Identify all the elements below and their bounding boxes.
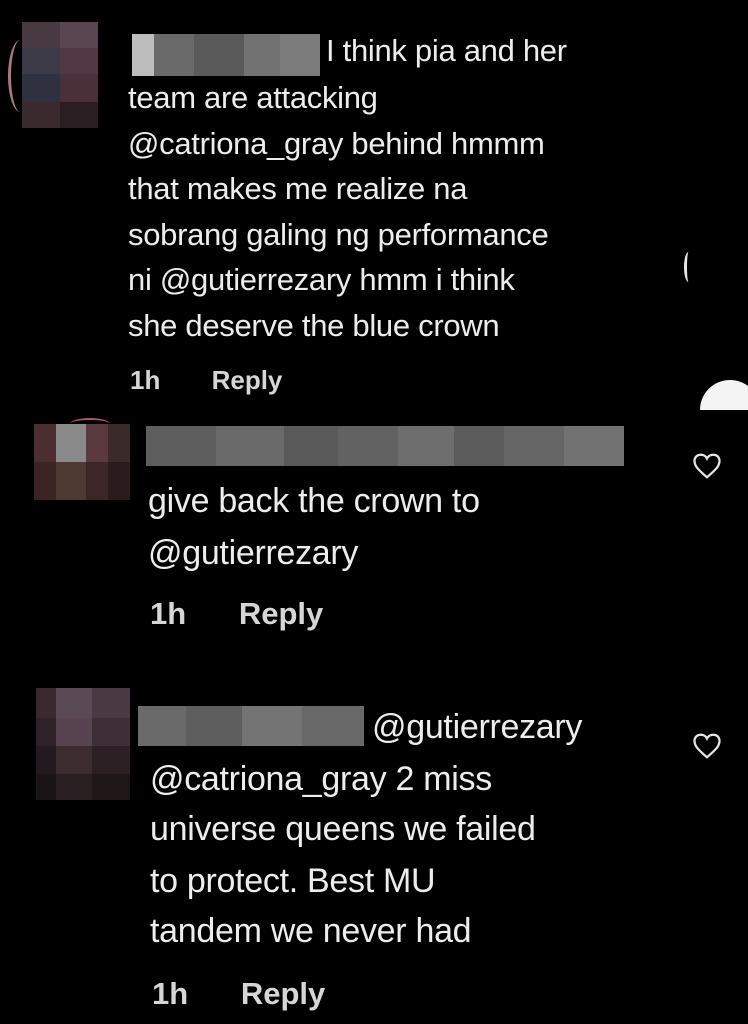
reply-button[interactable]: Reply [212,365,283,395]
comment-text-line: ni @gutierrezary hmm i think [128,262,515,297]
comment-text-line: she deserve the blue crown [128,308,500,343]
reply-button[interactable]: Reply [239,596,323,631]
redacted-username [146,426,624,466]
comment-time: 1h [130,365,161,395]
comment-text-line: give back the crown to [148,482,480,520]
comment-text-line: that makes me realize na [128,171,468,206]
comment-time: 1h [152,976,189,1011]
comment-text-line: tandem we never had [150,912,472,950]
avatar-pixelated[interactable] [34,424,130,500]
comment-text-line: I think pia and her [326,33,567,68]
avatar-pixelated[interactable] [22,22,98,128]
comment-meta: 1h Reply [150,596,323,632]
comment-text-line: @catriona_gray behind hmmm [128,126,545,161]
comment-text-line: to protect. Best MU [150,862,436,900]
comment-text-line: sobrang galing ng performance [128,217,549,252]
comment-text-line: @catriona_gray 2 miss [150,760,492,798]
heart-outline-icon[interactable] [692,452,722,480]
comment-text-line: @gutierrezary [372,708,583,746]
comment-meta: 1h Reply [130,365,282,396]
avatar-pixelated[interactable] [36,688,130,800]
comment-text-line: @gutierrezary [148,534,359,572]
redacted-username [132,34,320,76]
cropped-icon-edge [684,252,693,282]
heart-outline-icon[interactable] [692,732,722,760]
comment-time: 1h [150,596,187,631]
reply-button[interactable]: Reply [241,976,325,1011]
comment-text-line: universe queens we failed [150,810,536,848]
redacted-username [138,706,364,746]
cropped-element [700,380,748,410]
comment-meta: 1h Reply [152,976,325,1012]
comment-text-line: team are attacking [128,80,378,115]
